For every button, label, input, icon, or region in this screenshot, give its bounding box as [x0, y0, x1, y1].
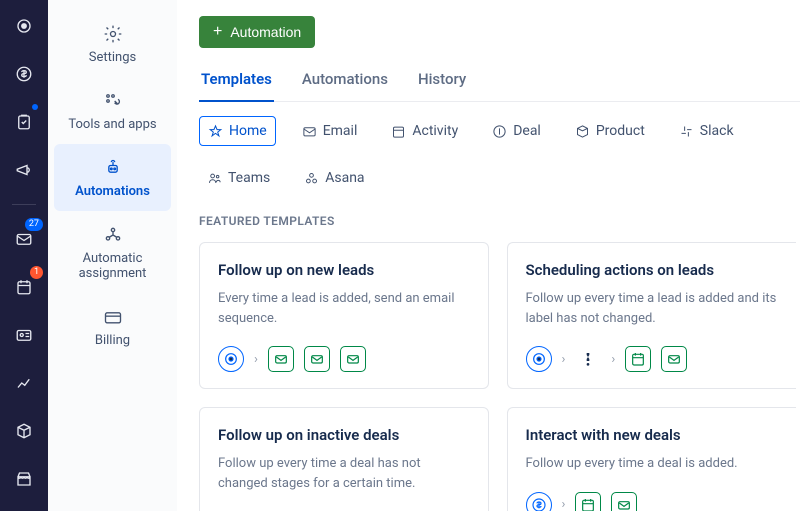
sidebar-label: Automations: [75, 184, 150, 199]
tab-history[interactable]: History: [416, 70, 468, 102]
email-filter[interactable]: Email: [294, 117, 366, 145]
chevron-icon: ›: [562, 352, 566, 367]
card-flow: ›: [526, 492, 779, 511]
sidebar-label: Automatic assignment: [54, 251, 171, 281]
checklist-icon[interactable]: [8, 106, 40, 138]
card-title: Interact with new deals: [526, 426, 779, 444]
target-step-icon: [218, 346, 244, 372]
mail-icon[interactable]: 27: [8, 223, 40, 255]
store-icon[interactable]: [8, 463, 40, 495]
wait-step-icon: [575, 346, 601, 372]
chevron-icon: ›: [611, 352, 615, 367]
section-label: FEATURED TEMPLATES: [199, 214, 800, 228]
card-icon: [103, 307, 123, 327]
card-desc: Follow up every time a deal has not chan…: [218, 454, 470, 493]
card-desc: Every time a lead is added, send an emai…: [218, 289, 470, 328]
plus-icon: +: [213, 24, 222, 40]
asana-icon: [304, 171, 319, 186]
package-icon[interactable]: [8, 415, 40, 447]
dollar-step-icon: [526, 492, 552, 511]
assignment-icon: [103, 225, 123, 245]
gear-icon: [103, 24, 123, 44]
slack-filter[interactable]: Slack: [671, 117, 742, 145]
button-label: Automation: [230, 24, 301, 40]
calendar-step-icon: [625, 346, 651, 372]
teams-icon: [207, 171, 222, 186]
mail-icon: [302, 124, 317, 139]
id-card-icon[interactable]: [8, 319, 40, 351]
product-filter[interactable]: Product: [567, 117, 653, 145]
chart-icon[interactable]: [8, 367, 40, 399]
megaphone-icon[interactable]: [8, 154, 40, 186]
mail-step-icon: [340, 346, 366, 372]
template-cards: Follow up on new leads Every time a lead …: [199, 242, 800, 511]
slack-icon: [679, 124, 694, 139]
tools-item[interactable]: Tools and apps: [48, 77, 177, 144]
sidebar-label: Tools and apps: [68, 117, 156, 132]
mail-step-icon: [611, 492, 637, 511]
chevron-icon: ›: [254, 352, 258, 367]
sidebar: Settings Tools and apps Automations Auto…: [48, 0, 177, 511]
assignment-item[interactable]: Automatic assignment: [48, 211, 177, 293]
target-icon[interactable]: [8, 10, 40, 42]
billing-item[interactable]: Billing: [48, 293, 177, 360]
calendar-icon[interactable]: 1: [8, 271, 40, 303]
template-card[interactable]: Scheduling actions on leads Follow up eve…: [507, 242, 797, 389]
card-desc: Follow up every time a lead is added and…: [526, 289, 779, 328]
mail-step-icon: [661, 346, 687, 372]
tools-icon: [103, 91, 123, 111]
content-tabs: Templates Automations History: [199, 70, 800, 102]
robot-icon: [103, 158, 123, 178]
sidebar-label: Billing: [95, 333, 130, 348]
dollar-icon[interactable]: [8, 58, 40, 90]
tab-automations[interactable]: Automations: [300, 70, 390, 102]
calendar-icon: [391, 124, 406, 139]
home-filter[interactable]: Home: [199, 116, 276, 146]
template-card[interactable]: Follow up on inactive deals Follow up eve…: [199, 407, 489, 511]
mail-step-icon: [304, 346, 330, 372]
filter-bar: Home Email Activity Deal Product Slack T…: [199, 116, 800, 192]
settings-item[interactable]: Settings: [48, 10, 177, 77]
teams-filter[interactable]: Teams: [199, 164, 278, 192]
chevron-icon: ›: [562, 497, 566, 511]
dollar-icon: [492, 124, 507, 139]
asana-filter[interactable]: Asana: [296, 164, 372, 192]
package-icon: [575, 124, 590, 139]
card-desc: Follow up every time a deal is added.: [526, 454, 779, 474]
nav-rail: 27 1: [0, 0, 48, 511]
card-title: Follow up on inactive deals: [218, 426, 470, 444]
target-step-icon: [526, 346, 552, 372]
card-title: Scheduling actions on leads: [526, 261, 779, 279]
mail-step-icon: [268, 346, 294, 372]
template-card[interactable]: Interact with new deals Follow up every t…: [507, 407, 797, 511]
card-flow: ››: [526, 346, 779, 372]
calendar-step-icon: [575, 492, 601, 511]
card-flow: ›: [218, 346, 470, 372]
add-automation-button[interactable]: + Automation: [199, 16, 315, 48]
automations-item[interactable]: Automations: [54, 144, 171, 211]
sidebar-label: Settings: [89, 50, 136, 65]
card-title: Follow up on new leads: [218, 261, 470, 279]
activity-filter[interactable]: Activity: [383, 117, 466, 145]
star-icon: [208, 124, 223, 139]
template-card[interactable]: Follow up on new leads Every time a lead …: [199, 242, 489, 389]
deal-filter[interactable]: Deal: [484, 117, 549, 145]
main-content: + Automation Templates Automations Histo…: [177, 0, 800, 511]
tab-templates[interactable]: Templates: [199, 70, 274, 102]
